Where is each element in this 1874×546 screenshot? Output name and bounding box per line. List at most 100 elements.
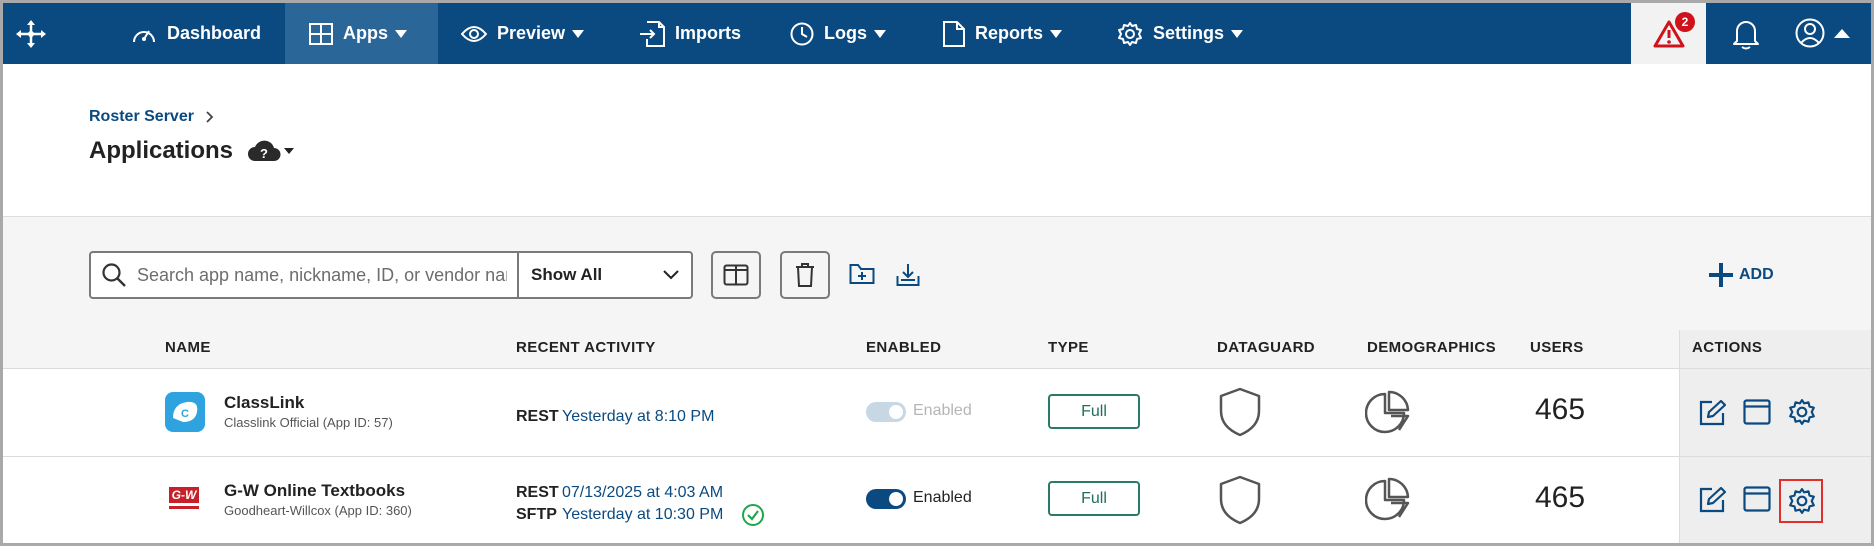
column-header-demographics[interactable]: DEMOGRAPHICS	[1367, 339, 1496, 356]
activity-time[interactable]: Yesterday at 8:10 PM	[562, 408, 714, 426]
filter-select-value: Show All	[531, 265, 603, 284]
activity-protocol: REST	[516, 484, 559, 501]
user-menu[interactable]	[1795, 18, 1850, 48]
alerts-button[interactable]: 2	[1631, 3, 1706, 64]
filter-select[interactable]: Show All	[517, 253, 691, 297]
app-name[interactable]: ClassLink	[224, 393, 304, 413]
activity-time[interactable]: 07/13/2025 at 4:03 AM	[562, 484, 723, 502]
column-header-name[interactable]: NAME	[165, 339, 211, 356]
columns-button[interactable]	[711, 251, 761, 299]
cloud-help-menu[interactable]: ?	[247, 139, 295, 163]
nav-apps-label: Apps	[343, 23, 388, 43]
gear-icon	[1118, 21, 1142, 46]
chevron-down-icon	[1231, 29, 1244, 38]
trash-icon	[796, 263, 814, 287]
shield-icon[interactable]	[1218, 387, 1262, 437]
top-navigation-bar: Dashboard Apps Preview Imports Logs Repo…	[3, 3, 1871, 64]
settings-gear-icon[interactable]	[1788, 398, 1816, 426]
folder-add-icon[interactable]	[849, 263, 875, 285]
nav-settings[interactable]: Settings	[1117, 3, 1244, 64]
demographics-pie-icon[interactable]	[1365, 477, 1413, 521]
columns-layout-icon	[723, 264, 749, 286]
column-header-enabled[interactable]: ENABLED	[866, 339, 941, 356]
enabled-label: Enabled	[913, 489, 972, 506]
column-header-recent-activity[interactable]: RECENT ACTIVITY	[516, 339, 656, 356]
column-header-dataguard[interactable]: DATAGUARD	[1217, 339, 1315, 356]
users-count: 465	[1535, 481, 1586, 514]
cloud-help-icon: ?	[248, 140, 281, 161]
svg-text:C: C	[181, 408, 189, 420]
success-check-icon	[742, 504, 764, 526]
search-icon	[102, 263, 126, 287]
nav-logs[interactable]: Logs	[790, 3, 886, 64]
enabled-label: Enabled	[913, 402, 972, 419]
app-window: Dashboard Apps Preview Imports Logs Repo…	[0, 0, 1874, 546]
chevron-down-icon	[663, 270, 679, 280]
chevron-down-icon	[572, 29, 585, 38]
chevron-down-icon	[284, 148, 295, 154]
document-icon	[943, 20, 965, 47]
nav-reports-label: Reports	[975, 23, 1044, 43]
add-button-label: ADD	[1739, 266, 1774, 283]
column-header-users[interactable]: USERS	[1530, 339, 1584, 356]
nav-settings-label: Settings	[1153, 23, 1225, 43]
browser-window-icon[interactable]	[1743, 486, 1771, 512]
apps-grid-icon	[309, 22, 333, 45]
activity-time[interactable]: Yesterday at 10:30 PM	[562, 506, 723, 524]
users-count: 465	[1535, 393, 1586, 426]
activity-protocol: REST	[516, 408, 559, 425]
nav-imports[interactable]: Imports	[639, 3, 741, 64]
browser-window-icon[interactable]	[1743, 399, 1771, 425]
nav-reports[interactable]: Reports	[943, 3, 1063, 64]
type-badge[interactable]: Full	[1048, 394, 1140, 429]
dashboard-gauge-icon	[133, 29, 155, 42]
column-header-actions: ACTIONS	[1692, 339, 1763, 356]
chevron-down-icon	[874, 29, 886, 38]
type-badge[interactable]: Full	[1048, 481, 1140, 516]
search-bar: Show All	[89, 251, 693, 299]
user-avatar-icon	[1795, 18, 1825, 48]
page-title: Applications ?	[89, 137, 295, 165]
chevron-up-icon	[1834, 28, 1850, 38]
eye-icon	[461, 25, 487, 42]
edit-icon[interactable]	[1698, 486, 1726, 514]
classlink-app-icon: C	[165, 392, 205, 432]
enabled-toggle[interactable]	[866, 402, 906, 422]
nav-apps[interactable]: Apps	[285, 3, 438, 64]
activity-protocol: SFTP	[516, 506, 557, 523]
nav-preview[interactable]: Preview	[461, 3, 585, 64]
nav-dashboard[interactable]: Dashboard	[131, 3, 261, 64]
edit-icon[interactable]	[1698, 399, 1726, 427]
gw-logo: G-W	[167, 487, 201, 513]
add-application-button[interactable]: ADD	[1707, 261, 1774, 289]
row-divider	[3, 368, 1871, 369]
bell-icon[interactable]	[1732, 18, 1760, 50]
column-header-type[interactable]: TYPE	[1048, 339, 1089, 356]
clock-icon	[790, 22, 814, 45]
delete-button[interactable]	[780, 251, 830, 299]
import-file-icon	[640, 20, 665, 47]
gw-logo-text: G-W	[168, 487, 200, 503]
chevron-down-icon	[1050, 29, 1063, 38]
chevron-down-icon	[395, 29, 407, 38]
nav-preview-label: Preview	[497, 23, 566, 43]
chevron-right-icon	[206, 111, 214, 123]
app-subtitle: Goodheart-Willcox (App ID: 360)	[224, 503, 412, 518]
nav-logs-label: Logs	[824, 23, 867, 43]
shield-icon[interactable]	[1218, 475, 1262, 525]
settings-gear-icon[interactable]	[1788, 487, 1816, 515]
enabled-toggle[interactable]	[866, 489, 906, 509]
demographics-pie-icon[interactable]	[1365, 390, 1413, 434]
search-input[interactable]	[137, 264, 507, 286]
svg-text:?: ?	[260, 146, 268, 161]
classlink-logo-icon[interactable]	[15, 19, 47, 49]
app-name[interactable]: G-W Online Textbooks	[224, 481, 405, 501]
download-icon[interactable]	[896, 263, 920, 287]
nav-dashboard-label: Dashboard	[167, 23, 262, 43]
breadcrumb-roster-server[interactable]: Roster Server	[89, 108, 194, 126]
nav-imports-label: Imports	[675, 23, 742, 43]
alert-count-badge: 2	[1675, 12, 1695, 32]
page-title-text: Applications	[89, 137, 234, 164]
plus-icon	[1709, 263, 1733, 287]
app-subtitle: Classlink Official (App ID: 57)	[224, 415, 393, 430]
